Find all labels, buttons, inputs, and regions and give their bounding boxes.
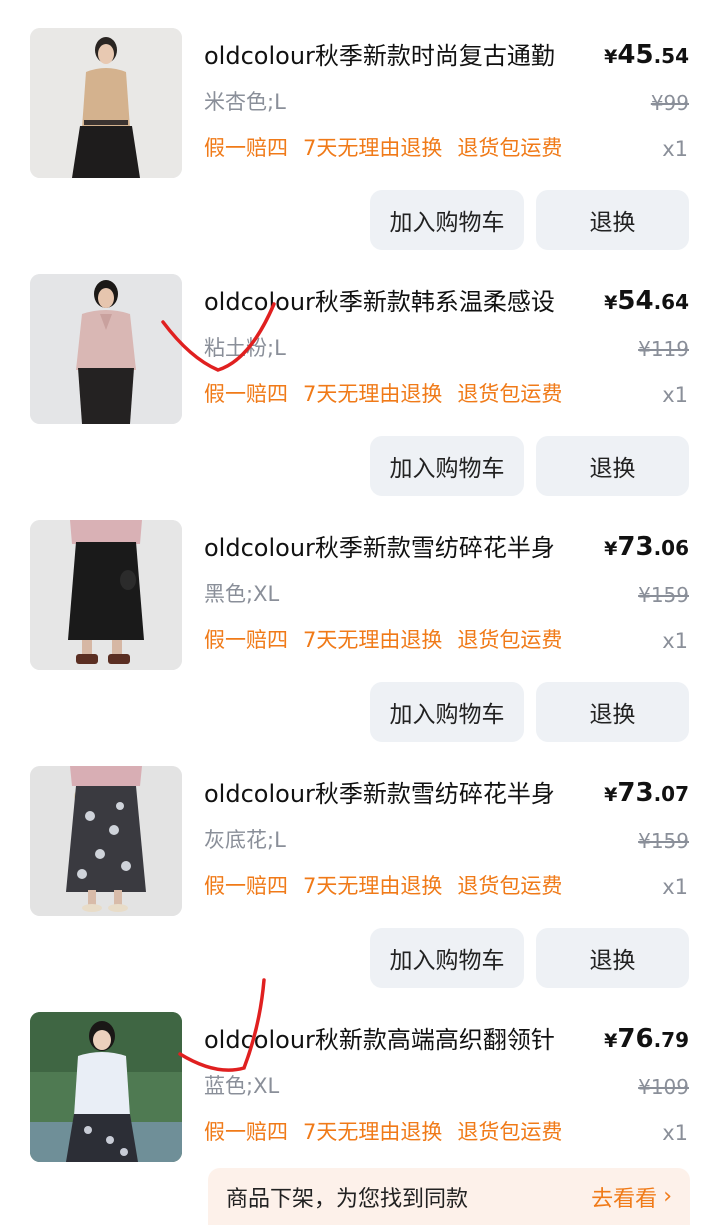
tag-7day-return: 7天无理由退换 (303, 1120, 443, 1144)
product-image[interactable] (30, 520, 182, 670)
product-spec: 黑色;XL (204, 582, 280, 606)
delisted-similar-banner[interactable]: 商品下架，为您找到同款 去看看 › (208, 1168, 690, 1225)
original-price: ¥119 (638, 337, 689, 361)
product-title[interactable]: oldcolour秋季新款韩系温柔感设 (204, 284, 594, 320)
product-title[interactable]: oldcolour秋季新款时尚复古通勤 (204, 38, 594, 74)
tag-7day-return: 7天无理由退换 (303, 874, 443, 898)
quantity: x1 (662, 137, 688, 161)
original-price: ¥159 (638, 829, 689, 853)
order-item[interactable]: oldcolour秋季新款雪纺碎花半身 ¥73.07 灰底花;L ¥159 假一… (0, 738, 720, 988)
view-similar-label: 去看看 (591, 1186, 658, 1212)
tag-free-return-shipping: 退货包运费 (457, 874, 563, 898)
product-title[interactable]: oldcolour秋季新款雪纺碎花半身 (204, 530, 594, 566)
tag-fake-compensation: 假一赔四 (204, 874, 288, 898)
product-image[interactable] (30, 1012, 182, 1162)
service-tags: 假一赔四 7天无理由退换 退货包运费 (204, 132, 562, 164)
order-item[interactable]: oldcolour秋季新款雪纺碎花半身 ¥73.06 黑色;XL ¥159 假一… (0, 492, 720, 742)
service-tags: 假一赔四 7天无理由退换 退货包运费 (204, 870, 562, 902)
product-photo-black-skirt (30, 520, 182, 670)
order-item[interactable]: oldcolour秋季新款韩系温柔感设 ¥54.64 粘土粉;L ¥119 假一… (0, 246, 720, 496)
quantity: x1 (662, 875, 688, 899)
return-exchange-button[interactable]: 退换 (536, 190, 689, 250)
add-to-cart-button[interactable]: 加入购物车 (370, 928, 524, 988)
tag-fake-compensation: 假一赔四 (204, 628, 288, 652)
order-item[interactable]: oldcolour秋季新款时尚复古通勤 ¥45.54 米杏色;L ¥99 假一赔… (0, 0, 720, 250)
tag-7day-return: 7天无理由退换 (303, 628, 443, 652)
product-photo-beige-knit (30, 28, 182, 178)
product-photo-floral-skirt (30, 766, 182, 916)
original-price: ¥109 (638, 1075, 689, 1099)
quantity: x1 (662, 1121, 688, 1145)
service-tags: 假一赔四 7天无理由退换 退货包运费 (204, 378, 562, 410)
quantity: x1 (662, 383, 688, 407)
tag-7day-return: 7天无理由退换 (303, 382, 443, 406)
product-image[interactable] (30, 766, 182, 916)
original-price: ¥159 (638, 583, 689, 607)
tag-fake-compensation: 假一赔四 (204, 1120, 288, 1144)
return-exchange-button[interactable]: 退换 (536, 436, 689, 496)
product-price: ¥76.79 (604, 1024, 689, 1054)
product-price: ¥73.06 (604, 532, 689, 562)
product-spec: 米杏色;L (204, 90, 286, 114)
tag-free-return-shipping: 退货包运费 (457, 382, 563, 406)
tag-fake-compensation: 假一赔四 (204, 382, 288, 406)
product-title[interactable]: oldcolour秋季新款雪纺碎花半身 (204, 776, 594, 812)
add-to-cart-button[interactable]: 加入购物车 (370, 190, 524, 250)
product-image[interactable] (30, 274, 182, 424)
service-tags: 假一赔四 7天无理由退换 退货包运费 (204, 624, 562, 656)
banner-text: 商品下架，为您找到同款 (226, 1186, 469, 1212)
view-similar-link[interactable]: 去看看 › (591, 1181, 672, 1213)
original-price: ¥99 (650, 91, 689, 115)
product-price: ¥45.54 (604, 40, 689, 70)
tag-free-return-shipping: 退货包运费 (457, 1120, 563, 1144)
service-tags: 假一赔四 7天无理由退换 退货包运费 (204, 1116, 562, 1148)
product-spec: 蓝色;XL (204, 1074, 280, 1098)
add-to-cart-button[interactable]: 加入购物车 (370, 436, 524, 496)
tag-free-return-shipping: 退货包运费 (457, 136, 563, 160)
product-image[interactable] (30, 28, 182, 178)
tag-free-return-shipping: 退货包运费 (457, 628, 563, 652)
return-exchange-button[interactable]: 退换 (536, 682, 689, 742)
product-photo-white-blouse-outdoor (30, 1012, 182, 1162)
product-photo-pink-shirt (30, 274, 182, 424)
product-price: ¥54.64 (604, 286, 689, 316)
tag-fake-compensation: 假一赔四 (204, 136, 288, 160)
return-exchange-button[interactable]: 退换 (536, 928, 689, 988)
quantity: x1 (662, 629, 688, 653)
add-to-cart-button[interactable]: 加入购物车 (370, 682, 524, 742)
product-price: ¥73.07 (604, 778, 689, 808)
product-spec: 粘土粉;L (204, 336, 286, 360)
product-spec: 灰底花;L (204, 828, 286, 852)
chevron-right-icon: › (663, 1184, 672, 1209)
tag-7day-return: 7天无理由退换 (303, 136, 443, 160)
product-title[interactable]: oldcolour秋新款高端高织翻领针 (204, 1022, 594, 1058)
